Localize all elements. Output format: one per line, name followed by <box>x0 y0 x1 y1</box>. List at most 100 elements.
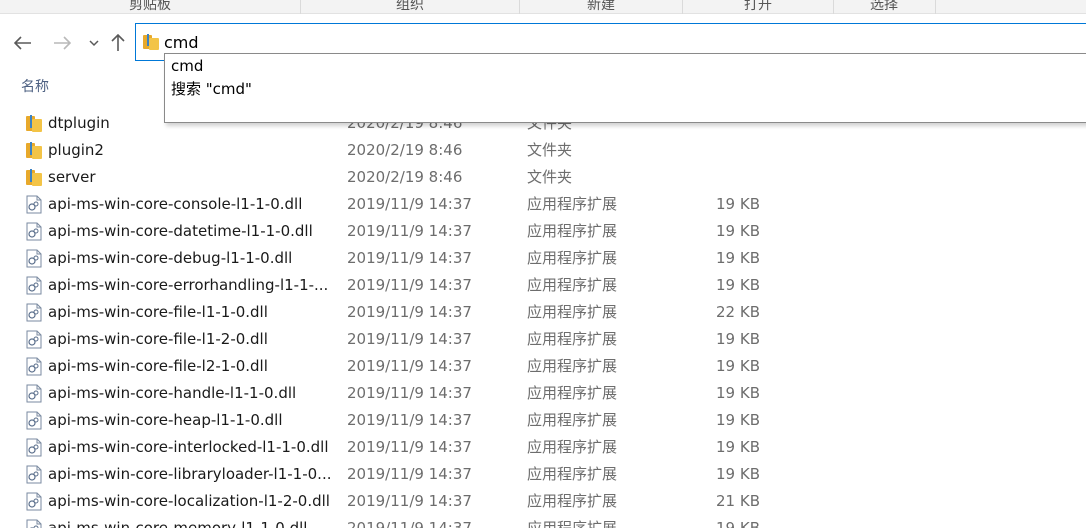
file-name: api-ms-win-core-console-l1-1-0.dll <box>48 195 303 213</box>
file-date-modified: 2019/11/9 14:37 <box>347 519 472 528</box>
file-row[interactable]: api-ms-win-core-datetime-l1-1-0.dll 2019/… <box>0 218 1086 245</box>
file-name: api-ms-win-core-datetime-l1-1-0.dll <box>48 222 313 240</box>
file-size: 19 KB <box>716 249 760 267</box>
file-name: api-ms-win-core-file-l2-1-0.dll <box>48 357 268 375</box>
dll-file-icon <box>26 222 42 241</box>
file-row[interactable]: api-ms-win-core-file-l1-1-0.dll 2019/11/9… <box>0 299 1086 326</box>
up-button[interactable] <box>108 32 128 54</box>
file-name: plugin2 <box>48 141 104 159</box>
file-row[interactable]: api-ms-win-core-console-l1-1-0.dll 2019/1… <box>0 191 1086 218</box>
file-type: 应用程序扩展 <box>527 249 618 267</box>
chevron-down-icon <box>89 39 99 46</box>
forward-button[interactable] <box>52 32 72 54</box>
file-row[interactable]: server 2020/2/19 8:46 文件夹 <box>0 164 1086 191</box>
file-date-modified: 2020/2/19 8:46 <box>347 168 463 186</box>
file-row[interactable]: api-ms-win-core-file-l1-2-0.dll 2019/11/9… <box>0 326 1086 353</box>
file-size: 19 KB <box>716 519 760 528</box>
file-row[interactable]: api-ms-win-core-file-l2-1-0.dll 2019/11/9… <box>0 353 1086 380</box>
file-date-modified: 2019/11/9 14:37 <box>347 249 472 267</box>
file-date-modified: 2019/11/9 14:37 <box>347 384 472 402</box>
file-size: 19 KB <box>716 222 760 240</box>
arrow-up-icon <box>111 34 125 51</box>
folder-icon <box>26 169 42 186</box>
file-row[interactable]: api-ms-win-core-memory-l1-1-0.dll 2019/11… <box>0 515 1086 528</box>
file-name: api-ms-win-core-memory-l1-1-0.dll <box>48 519 308 528</box>
file-type: 应用程序扩展 <box>527 465 618 483</box>
file-date-modified: 2019/11/9 14:37 <box>347 303 472 321</box>
ribbon-group-clipboard: 剪贴板 <box>129 0 171 13</box>
folder-icon <box>26 142 42 159</box>
file-type: 应用程序扩展 <box>527 357 618 375</box>
ribbon-group-open: 打开 <box>744 0 772 13</box>
file-date-modified: 2019/11/9 14:37 <box>347 357 472 375</box>
ribbon-separator <box>935 0 936 14</box>
file-date-modified: 2019/11/9 14:37 <box>347 195 472 213</box>
recent-locations-button[interactable] <box>84 32 104 54</box>
file-size: 19 KB <box>716 276 760 294</box>
dll-file-icon <box>26 519 42 528</box>
file-list: dtplugin 2020/2/19 8:46 文件夹 plugin2 2020/2/1… <box>0 110 1086 528</box>
file-row[interactable]: api-ms-win-core-localization-l1-2-0.dll 2… <box>0 488 1086 515</box>
file-name: api-ms-win-core-file-l1-2-0.dll <box>48 330 268 348</box>
file-row[interactable]: api-ms-win-core-heap-l1-1-0.dll 2019/11/9… <box>0 407 1086 434</box>
dll-file-icon <box>26 384 42 403</box>
dll-file-icon <box>26 465 42 484</box>
file-date-modified: 2019/11/9 14:37 <box>347 411 472 429</box>
file-type: 文件夹 <box>527 168 573 186</box>
file-type: 文件夹 <box>527 141 573 159</box>
file-date-modified: 2019/11/9 14:37 <box>347 438 472 456</box>
file-name: api-ms-win-core-interlocked-l1-1-0.dll <box>48 438 329 456</box>
back-button[interactable] <box>13 32 33 54</box>
folder-icon <box>26 115 42 132</box>
dll-file-icon <box>26 303 42 322</box>
file-type: 应用程序扩展 <box>527 330 618 348</box>
file-row[interactable]: plugin2 2020/2/19 8:46 文件夹 <box>0 137 1086 164</box>
dll-file-icon <box>26 276 42 295</box>
file-type: 应用程序扩展 <box>527 411 618 429</box>
file-row[interactable]: api-ms-win-core-libraryloader-l1-1-0... 2… <box>0 461 1086 488</box>
file-name: api-ms-win-core-debug-l1-1-0.dll <box>48 249 293 267</box>
file-size: 22 KB <box>716 303 760 321</box>
file-size: 19 KB <box>716 195 760 213</box>
file-row[interactable]: api-ms-win-core-handle-l1-1-0.dll 2019/11… <box>0 380 1086 407</box>
file-name: api-ms-win-core-handle-l1-1-0.dll <box>48 384 297 402</box>
dll-file-icon <box>26 492 42 511</box>
file-row[interactable]: api-ms-win-core-debug-l1-1-0.dll 2019/11/… <box>0 245 1086 272</box>
dll-file-icon <box>26 249 42 268</box>
file-size: 19 KB <box>716 438 760 456</box>
file-name: api-ms-win-core-file-l1-1-0.dll <box>48 303 268 321</box>
address-input-text[interactable]: cmd <box>164 33 199 53</box>
address-autocomplete-dropdown: cmd 搜索 "cmd" <box>164 53 1086 123</box>
arrow-right-icon <box>54 36 71 50</box>
file-date-modified: 2019/11/9 14:37 <box>347 465 472 483</box>
file-size: 19 KB <box>716 330 760 348</box>
file-row[interactable]: api-ms-win-core-errorhandling-l1-1-... 20… <box>0 272 1086 299</box>
file-type: 应用程序扩展 <box>527 438 618 456</box>
file-size: 19 KB <box>716 357 760 375</box>
file-name: api-ms-win-core-libraryloader-l1-1-0... <box>48 465 332 483</box>
column-header-name[interactable]: 名称 <box>21 76 49 96</box>
file-type: 应用程序扩展 <box>527 303 618 321</box>
dll-file-icon <box>26 195 42 214</box>
file-date-modified: 2019/11/9 14:37 <box>347 276 472 294</box>
file-date-modified: 2019/11/9 14:37 <box>347 222 472 240</box>
ribbon-group-new: 新建 <box>587 0 615 13</box>
file-name: server <box>48 168 96 186</box>
file-size: 19 KB <box>716 411 760 429</box>
file-size: 21 KB <box>716 492 760 510</box>
arrow-left-icon <box>14 36 31 50</box>
ribbon-group-strip: 剪贴板 组织 新建 打开 选择 <box>0 0 1086 14</box>
file-name: api-ms-win-core-heap-l1-1-0.dll <box>48 411 283 429</box>
dll-file-icon <box>26 330 42 349</box>
file-type: 应用程序扩展 <box>527 222 618 240</box>
file-date-modified: 2020/2/19 8:46 <box>347 141 463 159</box>
autocomplete-option-cmd[interactable]: cmd <box>171 56 203 76</box>
dll-file-icon <box>26 357 42 376</box>
file-row[interactable]: api-ms-win-core-interlocked-l1-1-0.dll 20… <box>0 434 1086 461</box>
file-name: dtplugin <box>48 114 110 132</box>
file-type: 应用程序扩展 <box>527 384 618 402</box>
file-type: 应用程序扩展 <box>527 276 618 294</box>
file-type: 应用程序扩展 <box>527 492 618 510</box>
file-date-modified: 2019/11/9 14:37 <box>347 330 472 348</box>
autocomplete-option-search[interactable]: 搜索 "cmd" <box>171 79 252 99</box>
